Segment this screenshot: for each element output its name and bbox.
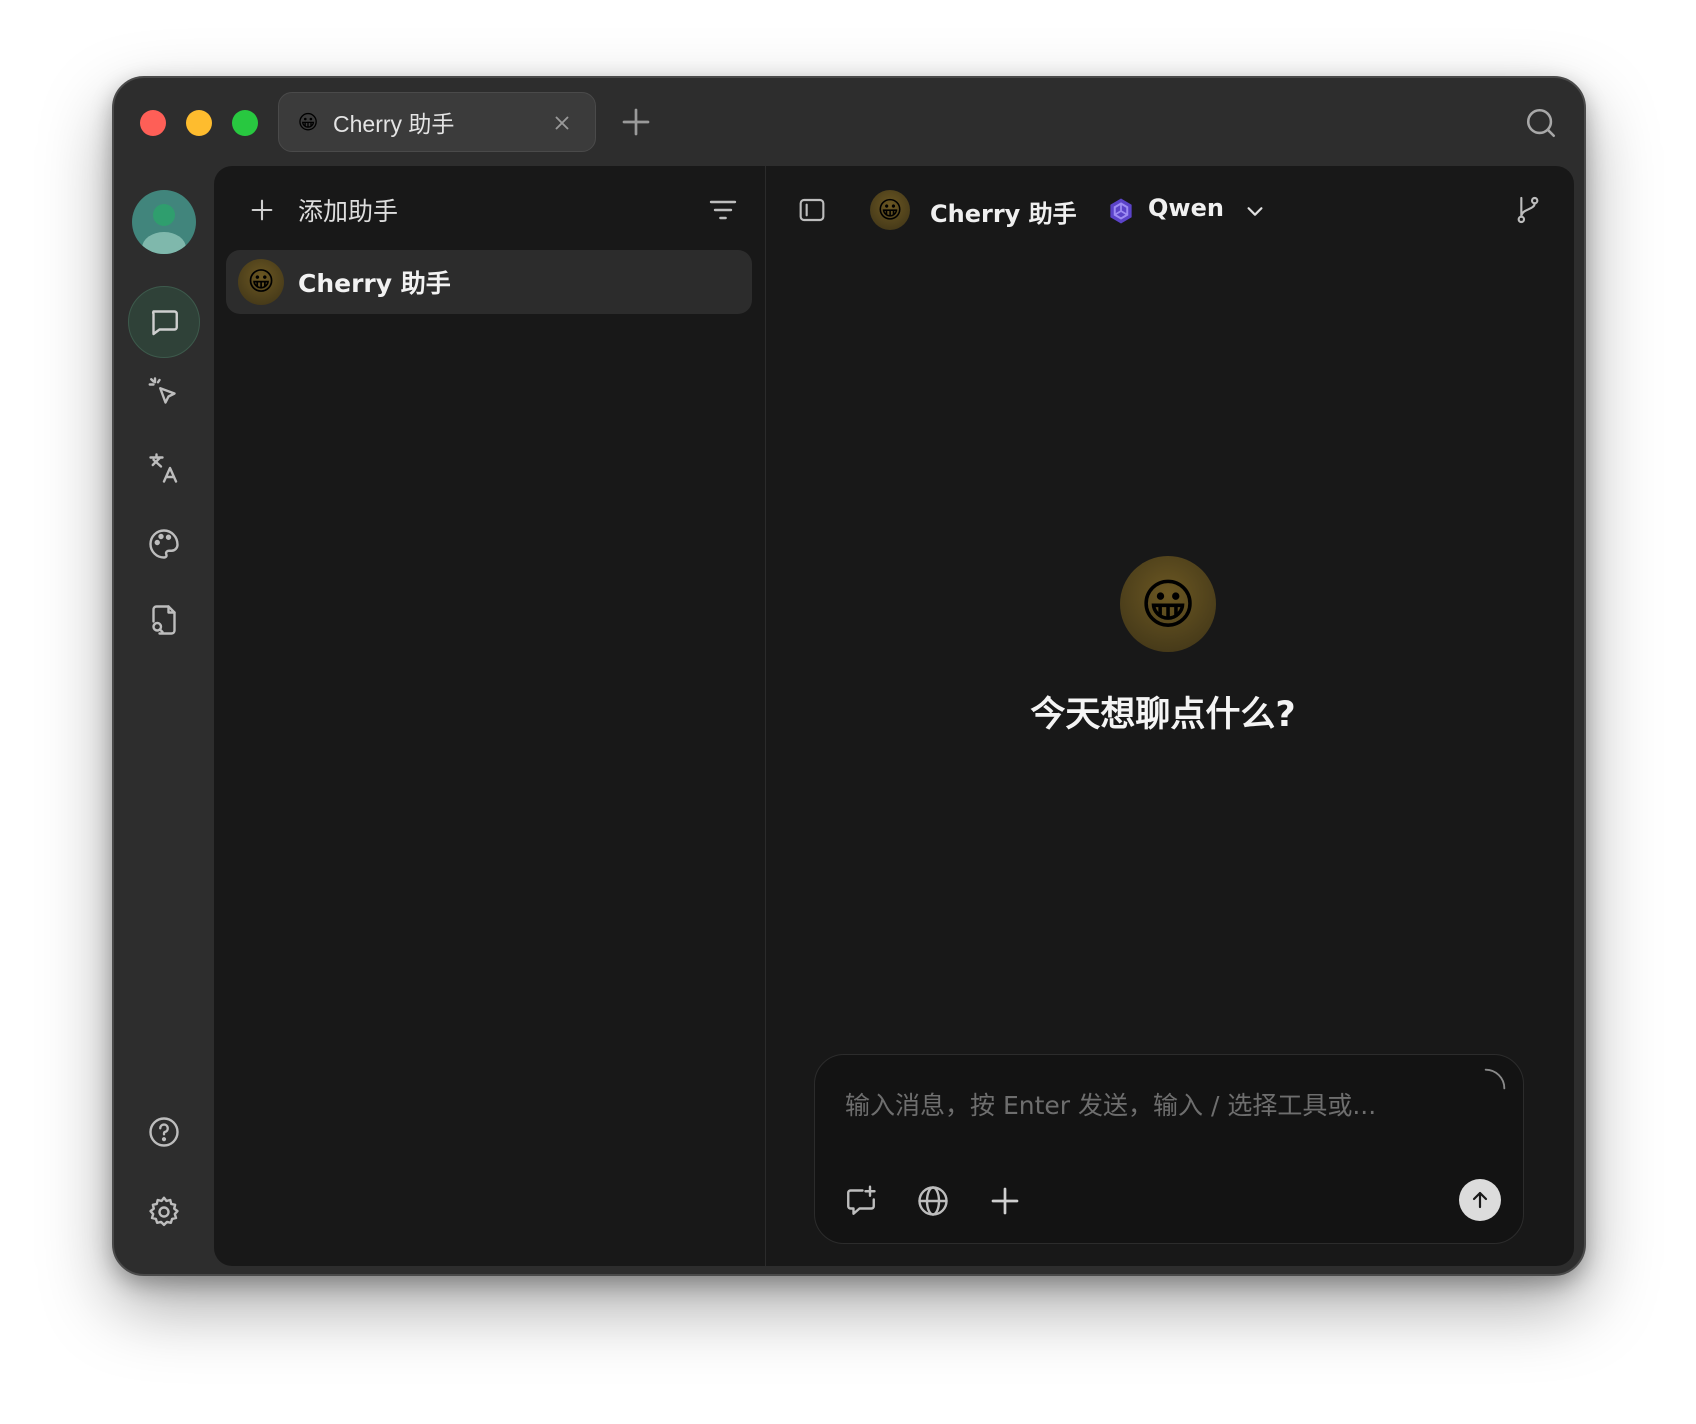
new-tab-plus-icon[interactable] bbox=[618, 104, 654, 140]
add-assistant-button[interactable]: 添加助手 bbox=[248, 192, 398, 228]
app-window: 😀 Cherry 助手 添加助手 😀 Cherry 助手 😀 Cherry 助手… bbox=[112, 76, 1586, 1276]
chat-panel: 😀 Cherry 助手 Qwen 😀 今天想聊点什么? bbox=[766, 166, 1574, 1266]
sidebar-item-files[interactable] bbox=[128, 584, 200, 656]
sidebar-item-paintings[interactable] bbox=[128, 508, 200, 580]
branch-icon[interactable] bbox=[1512, 194, 1544, 226]
chat-bubble-icon bbox=[152, 310, 178, 336]
header-assistant-name[interactable]: Cherry 助手 bbox=[930, 194, 1077, 229]
assistant-name: Cherry 助手 bbox=[298, 269, 451, 298]
plus-icon bbox=[251, 199, 273, 221]
header-assistant-avatar[interactable]: 😀 bbox=[870, 190, 910, 230]
tab-cherry-assistant[interactable]: 😀 Cherry 助手 bbox=[278, 92, 596, 152]
assistant-panel: 添加助手 😀 Cherry 助手 bbox=[214, 166, 766, 1266]
send-button[interactable] bbox=[1459, 1179, 1501, 1221]
search-icon[interactable] bbox=[1524, 106, 1558, 140]
tab-title: Cherry 助手 bbox=[333, 111, 455, 137]
add-assistant-label: 添加助手 bbox=[298, 197, 399, 226]
main-content: 添加助手 😀 Cherry 助手 😀 Cherry 助手 Qwen 😀 今天想聊… bbox=[214, 166, 1574, 1266]
tab-emoji-icon: 😀 bbox=[297, 110, 319, 134]
globe-icon[interactable] bbox=[915, 1183, 951, 1219]
sidebar-toggle-icon[interactable] bbox=[796, 194, 828, 226]
filter-icon[interactable] bbox=[707, 194, 739, 226]
message-composer bbox=[814, 1054, 1524, 1244]
user-avatar-icon bbox=[142, 204, 186, 254]
sidebar-item-agents[interactable] bbox=[128, 356, 200, 428]
close-icon[interactable] bbox=[551, 112, 573, 134]
welcome-message: 今天想聊点什么? bbox=[1030, 695, 1296, 735]
arrow-up-icon bbox=[1472, 1191, 1488, 1209]
message-input[interactable] bbox=[843, 1085, 1443, 1125]
chevron-down-icon[interactable] bbox=[1244, 200, 1266, 222]
palette-icon bbox=[149, 529, 179, 559]
model-selector-label[interactable]: Qwen bbox=[1148, 194, 1224, 222]
sidebar-item-translate[interactable] bbox=[128, 432, 200, 504]
user-avatar[interactable] bbox=[132, 190, 196, 254]
qwen-model-icon[interactable] bbox=[1106, 196, 1136, 226]
settings-button[interactable] bbox=[128, 1176, 200, 1248]
help-icon bbox=[149, 1117, 179, 1147]
assistant-list-item[interactable]: 😀 Cherry 助手 bbox=[226, 250, 752, 314]
sidebar-item-chat[interactable] bbox=[128, 286, 200, 358]
welcome-assistant-avatar: 😀 bbox=[1120, 556, 1216, 652]
new-topic-icon[interactable] bbox=[843, 1183, 879, 1219]
help-button[interactable] bbox=[128, 1096, 200, 1168]
window-minimize-button[interactable] bbox=[186, 110, 212, 136]
resize-handle-icon[interactable] bbox=[1481, 1065, 1509, 1093]
chat-header: 😀 Cherry 助手 Qwen bbox=[766, 166, 1574, 252]
plus-icon[interactable] bbox=[987, 1183, 1023, 1219]
assistant-emoji-avatar: 😀 bbox=[238, 259, 284, 305]
window-close-button[interactable] bbox=[140, 110, 166, 136]
translate-icon bbox=[149, 453, 178, 483]
gear-icon bbox=[149, 1196, 179, 1227]
window-maximize-button[interactable] bbox=[232, 110, 258, 136]
file-search-icon bbox=[152, 605, 176, 635]
sparkle-cursor-icon bbox=[148, 377, 176, 404]
